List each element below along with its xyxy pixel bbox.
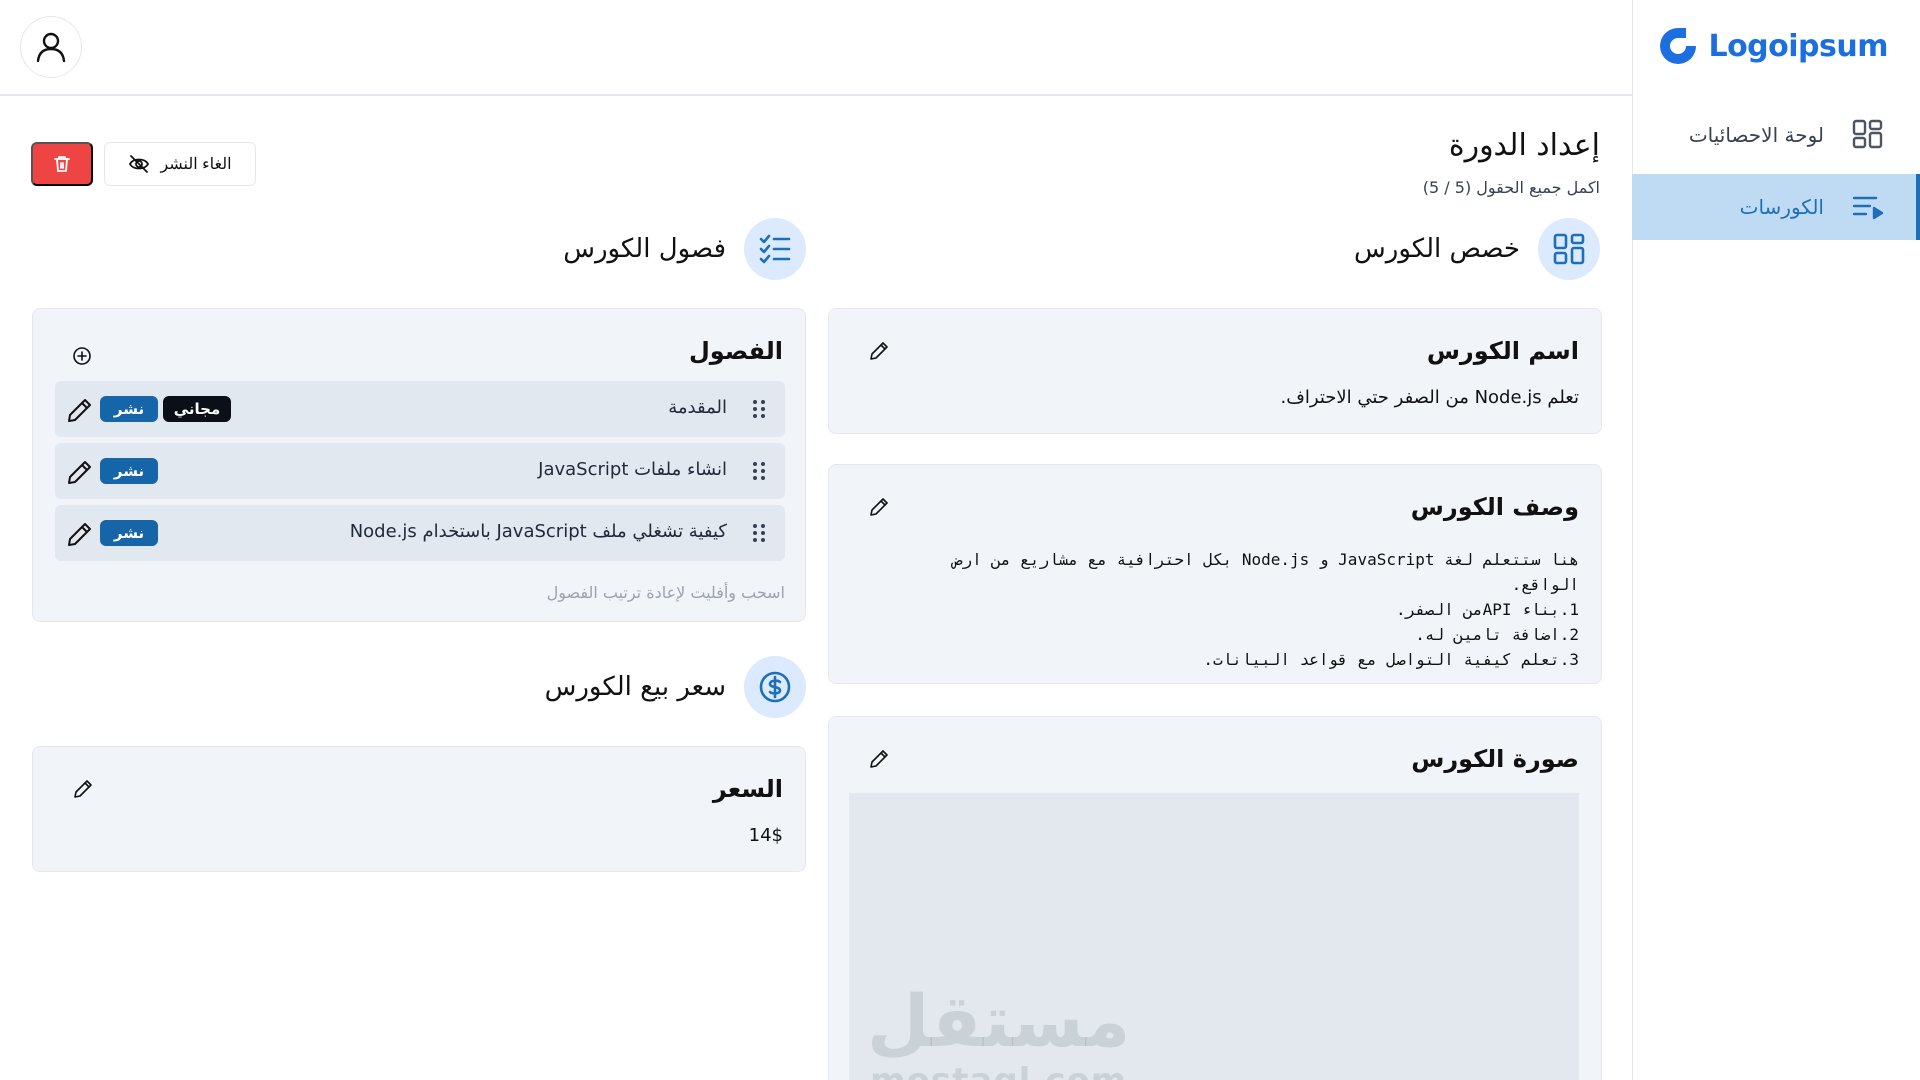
sidebar-item-label: لوحة الاحصائيات: [1688, 123, 1824, 147]
chapters-card: الفصول المقدمة مجاني نشر انشاء ملفات Jav…: [32, 308, 806, 622]
sidebar: Logoipsum لوحة الاحصائيات الكورسات: [1632, 0, 1920, 1080]
chapter-row[interactable]: كيفية تشغلي ملف JavaScript باستخدام Node…: [55, 505, 785, 561]
watermark-latin: mostaql.com: [867, 1061, 1130, 1080]
course-description-card: وصف الكورس هنا ستتعلم لغة JavaScript و N…: [828, 464, 1602, 684]
delete-button[interactable]: [31, 142, 93, 186]
edit-price-pencil-icon[interactable]: [71, 777, 95, 801]
course-name-card: اسم الكورس تعلم Node.js من الصفر حتي الا…: [828, 308, 1602, 434]
publish-badge: نشر: [100, 396, 158, 422]
section-icon: [1538, 218, 1600, 280]
eye-off-icon: [129, 155, 150, 173]
section-title: سعر بيع الكورس: [544, 672, 726, 702]
course-image-card: صورة الكورس مستقل mostaql.com: [828, 716, 1602, 1080]
free-badge: مجاني: [163, 396, 231, 422]
logo-icon: [1660, 28, 1697, 64]
drag-handle-icon[interactable]: [747, 459, 771, 483]
watermark: مستقل mostaql.com: [867, 981, 1130, 1080]
edit-description-pencil-icon[interactable]: [867, 495, 891, 519]
edit-chapter-pencil-icon[interactable]: [65, 519, 95, 549]
card-title: صورة الكورس: [1411, 745, 1579, 773]
page-title: إعداد الدورة: [1448, 128, 1600, 163]
brand-logo[interactable]: Logoipsum: [1656, 24, 1888, 68]
section-title: فصول الكورس: [563, 234, 726, 264]
user-avatar-button[interactable]: [20, 16, 82, 78]
price-card: السعر 14$: [32, 746, 806, 872]
sidebar-item-label: الكورسات: [1739, 195, 1824, 219]
edit-chapter-pencil-icon[interactable]: [65, 395, 95, 425]
course-description-value: هنا ستتعلم لغة JavaScript و Node.js بكل …: [952, 550, 1579, 669]
dashboard-grid-icon: [1852, 119, 1883, 149]
section-chapters: فصول الكورس: [563, 218, 806, 280]
unpublish-button[interactable]: الغاء النشر: [104, 142, 256, 186]
course-name-value: تعلم Node.js من الصفر حتي الاحتراف.: [1280, 387, 1580, 408]
courses-list-icon: [1852, 196, 1884, 220]
price-value: 14$: [748, 825, 783, 846]
watermark-arabic: مستقل: [867, 979, 1131, 1063]
user-icon: [36, 32, 66, 63]
chapter-row[interactable]: انشاء ملفات JavaScript نشر: [55, 443, 785, 499]
chapter-row[interactable]: المقدمة مجاني نشر: [55, 381, 785, 437]
section-icon: [744, 218, 806, 280]
top-bar: [0, 0, 1632, 96]
section-icon: [744, 656, 806, 718]
add-chapter-plus-circle-icon[interactable]: [71, 345, 93, 367]
dollar-circle-icon: [759, 671, 791, 703]
publish-badge: نشر: [100, 458, 158, 484]
completion-status: اكمل جميع الحقول (5 / 5): [1422, 178, 1600, 197]
sidebar-nav: لوحة الاحصائيات الكورسات: [1632, 102, 1920, 246]
chapter-title: المقدمة: [668, 397, 727, 418]
publish-badge: نشر: [100, 520, 158, 546]
unpublish-label: الغاء النشر: [160, 156, 232, 173]
section-title: خصص الكورس: [1354, 234, 1520, 264]
edit-image-pencil-icon[interactable]: [867, 747, 891, 771]
reorder-hint: اسحب وأفليت لإعادة ترتيب الفصول: [546, 583, 785, 602]
chapter-title: انشاء ملفات JavaScript: [538, 459, 727, 480]
trash-icon: [54, 156, 70, 172]
chapter-title: كيفية تشغلي ملف JavaScript باستخدام Node…: [349, 521, 727, 542]
checklist-icon: [759, 234, 791, 264]
layout-grid-icon: [1553, 233, 1585, 265]
section-price: سعر بيع الكورس: [545, 656, 806, 718]
edit-chapter-pencil-icon[interactable]: [65, 457, 95, 487]
card-title: الفصول: [688, 337, 783, 365]
brand-name: Logoipsum: [1708, 28, 1888, 64]
main-content: إعداد الدورة اكمل جميع الحقول (5 / 5) ال…: [0, 96, 1632, 1080]
course-image-preview[interactable]: مستقل mostaql.com: [849, 793, 1579, 1080]
edit-name-pencil-icon[interactable]: [867, 339, 891, 363]
sidebar-item-dashboard[interactable]: لوحة الاحصائيات: [1632, 102, 1920, 168]
drag-handle-icon[interactable]: [747, 397, 771, 421]
card-title: وصف الكورس: [1410, 493, 1579, 521]
card-title: السعر: [712, 775, 783, 803]
sidebar-item-courses[interactable]: الكورسات: [1632, 174, 1920, 240]
section-customize: خصص الكورس: [1354, 218, 1600, 280]
card-title: اسم الكورس: [1426, 337, 1579, 365]
drag-handle-icon[interactable]: [747, 521, 771, 545]
